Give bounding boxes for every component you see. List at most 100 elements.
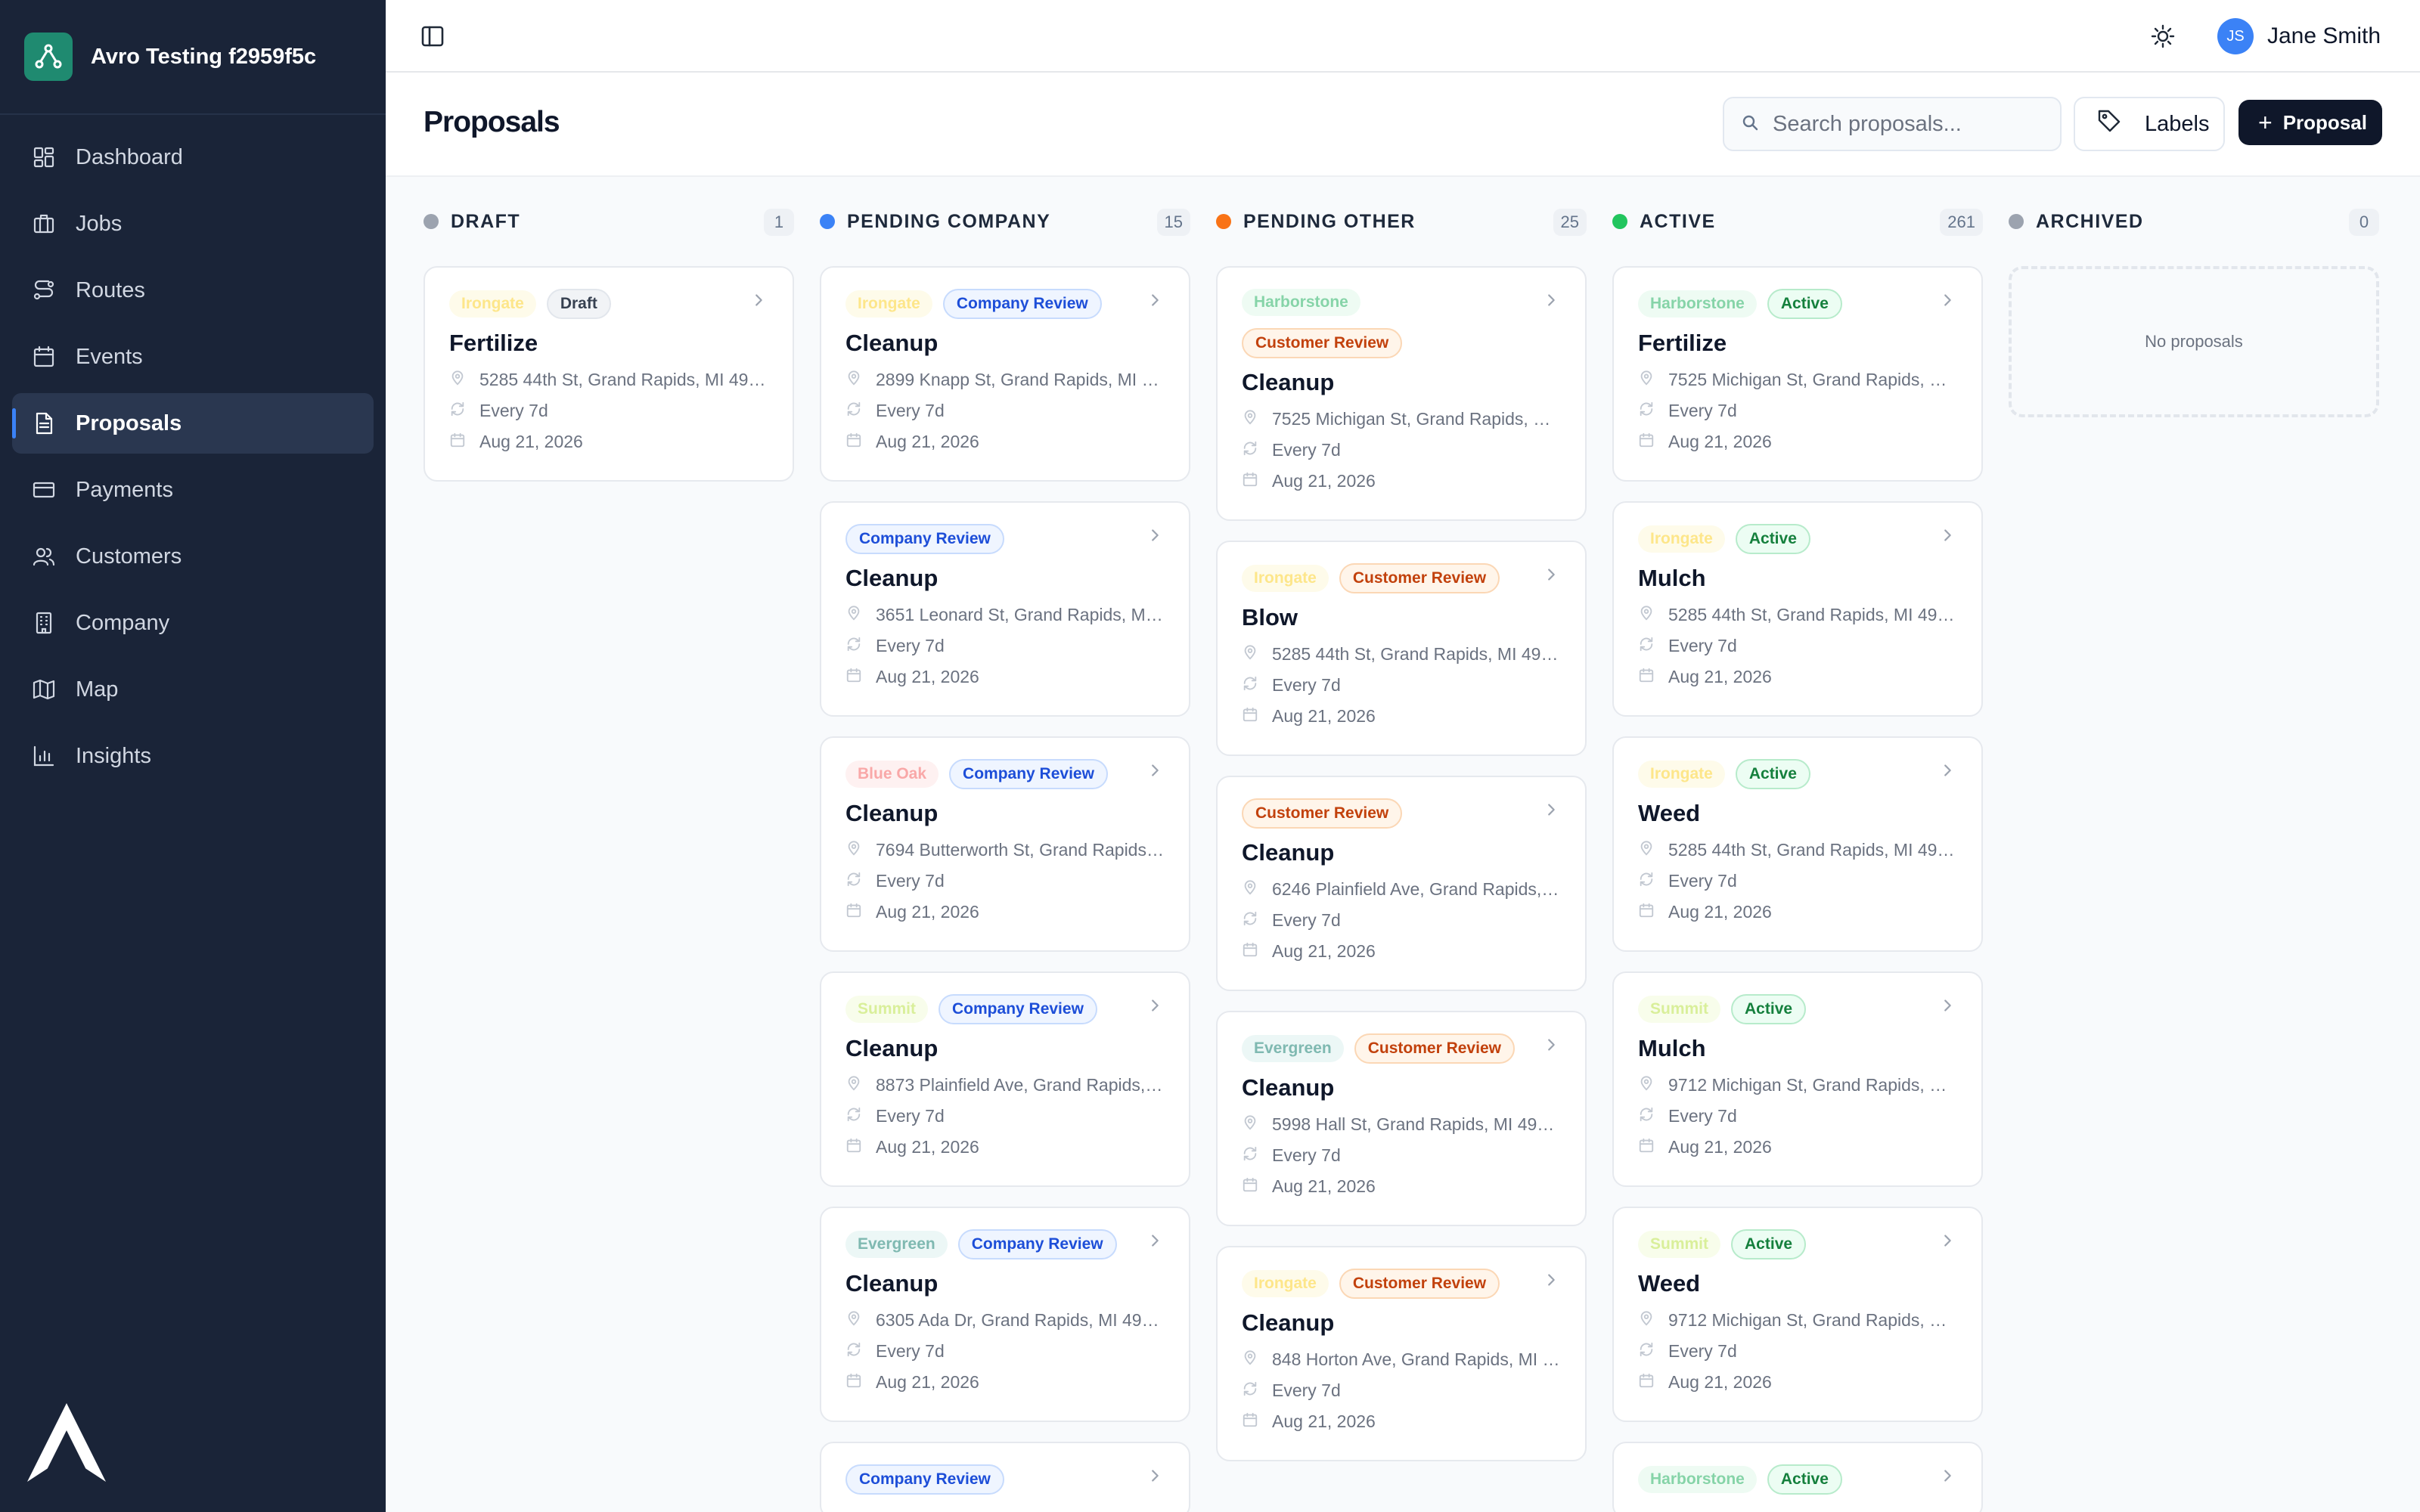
sidebar-item-insights[interactable]: Insights	[12, 726, 374, 786]
chevron-right-icon[interactable]	[1543, 1272, 1559, 1288]
sidebar-item-dashboard[interactable]: Dashboard	[12, 127, 374, 187]
proposal-card[interactable]: Irongate Active Mulch 5285 44th St, Grand R…	[1612, 501, 1983, 717]
document-icon	[30, 410, 57, 437]
chevron-right-icon[interactable]	[1939, 1232, 1956, 1249]
card-frequency: Every 7d	[845, 866, 1165, 897]
calendar-icon	[845, 902, 876, 923]
map-pin-icon	[1242, 644, 1272, 665]
proposal-card[interactable]: Irongate Customer Review Cleanup 848 Horton…	[1216, 1246, 1587, 1461]
sidebar-item-events[interactable]: Events	[12, 327, 374, 387]
proposal-card[interactable]: Harborstone Customer Review Cleanup 7525 Mi…	[1216, 266, 1587, 521]
card-title: Cleanup	[845, 800, 939, 826]
sidebar-item-label: Insights	[76, 743, 151, 768]
card-badges: Irongate Company Review	[845, 289, 1165, 319]
proposal-card[interactable]: Blue Oak Company Review Cleanup 7694 Butter…	[820, 736, 1190, 952]
chevron-right-icon[interactable]	[750, 292, 767, 308]
chevron-right-icon[interactable]	[1543, 292, 1559, 308]
proposal-card[interactable]: Summit Active Mulch 9712 Michigan St, Grand…	[1612, 971, 1983, 1187]
sidebar-item-label: Jobs	[76, 211, 123, 236]
status-badge: Active	[1731, 994, 1807, 1024]
search-box[interactable]	[1723, 97, 2062, 151]
calendar-icon	[1638, 1137, 1668, 1158]
repeat-icon	[1242, 440, 1272, 461]
chevron-right-icon[interactable]	[1146, 527, 1163, 544]
chevron-right-icon[interactable]	[1939, 1467, 1956, 1484]
card-address: 7694 Butterworth St, Grand Rapids, MI 49…	[845, 835, 1165, 866]
card-date: Aug 21, 2026	[1242, 701, 1561, 732]
sidebar-item-payments[interactable]: Payments	[12, 460, 374, 520]
proposal-card[interactable]: Irongate Active Weed 5285 44th St, Grand Ra…	[1612, 736, 1983, 952]
proposal-card[interactable]: Company Review Cleanup 3651 Leonard St, Gr…	[820, 501, 1190, 717]
chevron-right-icon[interactable]	[1543, 566, 1559, 583]
column-header: PENDING OTHER 25	[1216, 177, 1587, 266]
search-input[interactable]	[1773, 111, 2045, 137]
sidebar-toggle-icon[interactable]	[419, 23, 446, 50]
location-badge: Harborstone	[1638, 1466, 1757, 1493]
sidebar-item-customers[interactable]: Customers	[12, 526, 374, 587]
top-bar: JS Jane Smith	[386, 0, 2420, 73]
proposal-card[interactable]: Harborstone Active Fertilize 7525 Michigan …	[1612, 266, 1983, 482]
chevron-right-icon[interactable]	[1146, 1467, 1163, 1484]
proposal-card[interactable]: Company Review	[820, 1442, 1190, 1512]
proposal-card[interactable]: Summit Active Weed 9712 Michigan St, Grand …	[1612, 1207, 1983, 1422]
chevron-right-icon[interactable]	[1543, 801, 1559, 818]
proposal-card[interactable]: Irongate Customer Review Blow 5285 44th St,…	[1216, 541, 1587, 756]
chevron-right-icon[interactable]	[1939, 527, 1956, 544]
address-text: 8873 Plainfield Ave, Grand Rapids, MI 49…	[876, 1075, 1165, 1095]
repeat-icon	[845, 401, 876, 422]
labels-button[interactable]: Labels	[2074, 97, 2225, 151]
proposal-card[interactable]: Evergreen Customer Review Cleanup 5998 Hall…	[1216, 1011, 1587, 1226]
org-name: Avro Testing f2959f5c	[91, 44, 317, 69]
users-icon	[30, 543, 57, 570]
chevron-right-icon[interactable]	[1939, 292, 1956, 308]
card-date: Aug 21, 2026	[1638, 426, 1957, 457]
status-badge: Active	[1735, 759, 1810, 789]
date-text: Aug 21, 2026	[1272, 471, 1376, 491]
frequency-text: Every 7d	[1272, 675, 1341, 695]
theme-toggle-icon[interactable]	[2148, 21, 2178, 51]
sidebar-item-company[interactable]: Company	[12, 593, 374, 653]
proposal-card[interactable]: Irongate Company Review Cleanup 2899 Knapp …	[820, 266, 1190, 482]
calendar-icon	[1242, 1411, 1272, 1433]
proposal-card[interactable]: Summit Company Review Cleanup 8873 Plainfie…	[820, 971, 1190, 1187]
card-date: Aug 21, 2026	[1242, 1406, 1561, 1437]
sidebar-item-routes[interactable]: Routes	[12, 260, 374, 321]
proposal-card[interactable]: Customer Review Cleanup 6246 Plainfield Av…	[1216, 776, 1587, 991]
card-title: Cleanup	[1242, 369, 1335, 395]
sidebar-item-proposals[interactable]: Proposals	[12, 393, 374, 454]
calendar-icon	[449, 432, 479, 453]
chevron-right-icon[interactable]	[1146, 1232, 1163, 1249]
card-badges: Evergreen Customer Review	[1242, 1033, 1561, 1064]
chevron-right-icon[interactable]	[1146, 997, 1163, 1014]
proposal-card[interactable]: Irongate Draft Fertilize 5285 44th St, Gran…	[424, 266, 794, 482]
column-count-badge: 0	[2349, 209, 2379, 236]
card-date: Aug 21, 2026	[845, 897, 1165, 928]
chevron-right-icon[interactable]	[1146, 762, 1163, 779]
user-menu[interactable]: JS Jane Smith	[2217, 18, 2381, 54]
repeat-icon	[845, 636, 876, 657]
chevron-right-icon[interactable]	[1939, 762, 1956, 779]
add-proposal-button[interactable]: + Proposal	[2238, 100, 2382, 145]
card-badges: Harborstone Active	[1638, 289, 1957, 319]
card-frequency: Every 7d	[1242, 435, 1561, 466]
chevron-right-icon[interactable]	[1146, 292, 1163, 308]
calendar-icon	[1242, 706, 1272, 727]
org-switcher[interactable]: Avro Testing f2959f5c	[0, 0, 386, 115]
date-text: Aug 21, 2026	[1272, 1411, 1376, 1431]
column-count-badge: 15	[1156, 209, 1190, 236]
repeat-icon	[1638, 1106, 1668, 1127]
sidebar-item-jobs[interactable]: Jobs	[12, 194, 374, 254]
card-badges: Harborstone Active	[1638, 1464, 1957, 1495]
location-badge: Irongate	[1638, 525, 1725, 553]
status-badge: Customer Review	[1242, 328, 1403, 358]
proposal-card[interactable]: Evergreen Company Review Cleanup 6305 Ada D…	[820, 1207, 1190, 1422]
repeat-icon	[1638, 1341, 1668, 1362]
card-address: 5285 44th St, Grand Rapids, MI 49512	[1242, 639, 1561, 670]
map-pin-icon	[845, 840, 876, 861]
chevron-right-icon[interactable]	[1939, 997, 1956, 1014]
chevron-right-icon[interactable]	[1543, 1036, 1559, 1053]
sidebar-item-label: Events	[76, 344, 143, 369]
credit-card-icon	[30, 476, 57, 503]
sidebar-item-map[interactable]: Map	[12, 659, 374, 720]
proposal-card[interactable]: Harborstone Active	[1612, 1442, 1983, 1512]
